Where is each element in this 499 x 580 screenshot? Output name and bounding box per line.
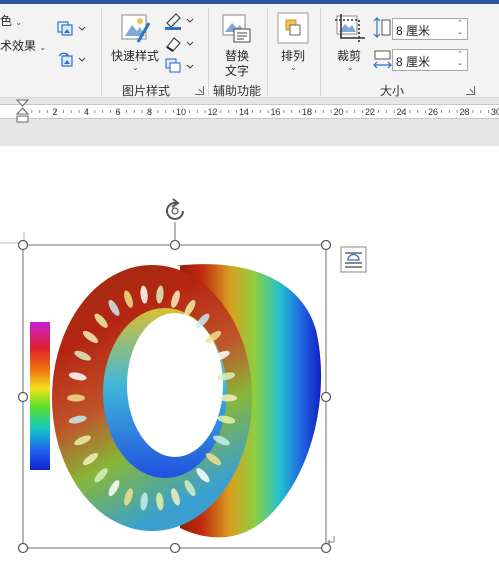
height-input[interactable]: 8 厘米 ⌃ ⌄ [392, 18, 468, 40]
group-label-accessibility: 辅助功能 [213, 84, 262, 98]
chevron-down-icon: ⌄ [39, 43, 47, 52]
arrange-icon[interactable] [277, 12, 309, 44]
height-icon [373, 17, 391, 38]
ruler-tick-label: 12 [207, 107, 217, 117]
width-value: 8 厘米 [396, 55, 431, 69]
ruler-ticks: 2 4 6 8 10 12 14 16 18 20 22 24 26 28 30 [23, 107, 499, 117]
spinner-arrows-icon[interactable]: ⌃ ⌄ [456, 50, 464, 70]
ribbon: 色 ⌄ 术效果 ⌄ 快速样式 ⌄ 图片样式 替换 文字 辅助功能 排列 ⌄ 裁剪… [0, 0, 499, 98]
color-button[interactable]: 色 ⌄ [0, 12, 22, 29]
group-label-picture-style: 图片样式 [122, 84, 171, 98]
shape-outline-icon[interactable] [164, 34, 194, 52]
resize-handle-bottom-left[interactable] [17, 542, 29, 554]
resize-handle-top-left[interactable] [17, 239, 29, 251]
crop-label: 裁剪 [337, 49, 362, 63]
horizontal-ruler[interactable]: 2 4 6 8 10 12 14 16 18 20 22 24 26 28 30 [0, 104, 499, 119]
height-value: 8 厘米 [396, 24, 431, 38]
ruler-tick-label: 30 [491, 107, 499, 117]
crop-icon[interactable] [335, 14, 367, 44]
shape-effects-icon[interactable] [164, 57, 194, 75]
resize-handle-top[interactable] [169, 239, 181, 251]
resize-handle-left[interactable] [17, 391, 29, 403]
separator [208, 8, 209, 96]
art-effects-button[interactable]: 术效果 ⌄ [0, 37, 46, 54]
stator-slot [219, 394, 237, 402]
chevron-down-icon: ⌄ [132, 63, 139, 72]
resize-handle-right[interactable] [320, 391, 332, 403]
change-picture-icon[interactable] [57, 19, 87, 37]
ruler-tick-label: 6 [115, 107, 120, 117]
spinner-arrows-icon[interactable]: ⌃ ⌄ [456, 19, 464, 39]
ruler-tick-label: 14 [239, 107, 249, 117]
indent-marker-icon[interactable] [16, 99, 30, 129]
shape-fill-icon[interactable] [164, 11, 194, 31]
quick-styles-label: 快速样式 [111, 49, 160, 63]
ruler-tick-label: 4 [84, 107, 89, 117]
group-label-size: 大小 [380, 84, 405, 98]
chevron-down-icon: ⌄ [15, 18, 23, 27]
ruler-tick-label: 28 [459, 107, 469, 117]
separator [101, 8, 102, 96]
chevron-down-icon: ⌄ [290, 63, 297, 72]
separator [267, 8, 268, 96]
reset-picture-icon[interactable] [57, 50, 87, 68]
size-launcher-icon[interactable] [466, 86, 475, 95]
ruler-tick-label: 10 [176, 107, 186, 117]
ruler-tick-label: 20 [333, 107, 343, 117]
ruler-tick-label: 2 [52, 107, 57, 117]
picture-style-launcher-icon[interactable] [195, 86, 204, 95]
selected-picture[interactable] [16, 196, 346, 560]
width-input[interactable]: 8 厘米 ⌃ ⌄ [392, 49, 468, 71]
stator-bore [127, 313, 223, 457]
separator [320, 8, 321, 96]
quick-styles-icon[interactable] [121, 14, 151, 46]
rotate-handle-icon[interactable] [166, 198, 184, 241]
ruler-tick-label: 16 [270, 107, 280, 117]
paragraph-mark-icon [327, 536, 335, 545]
alt-text-label-2: 文字 [225, 64, 250, 78]
ruler-tick-label: 18 [302, 107, 312, 117]
color-label: 色 [0, 14, 13, 28]
art-effects-label: 术效果 [0, 39, 37, 53]
width-icon [373, 50, 392, 69]
arrange-label: 排列 [281, 49, 306, 63]
ruler-tick-label: 26 [428, 107, 438, 117]
chevron-down-icon: ⌄ [347, 63, 354, 72]
stator-slot [67, 394, 85, 402]
ruler-tick-label: 24 [396, 107, 406, 117]
resize-handle-top-right[interactable] [320, 239, 332, 251]
ruler-tick-label: 8 [147, 107, 152, 117]
color-legend-bar [30, 322, 50, 470]
alt-text-icon[interactable] [222, 14, 252, 44]
ruler-tick-label: 22 [365, 107, 375, 117]
resize-handle-bottom[interactable] [169, 542, 181, 554]
layout-options-icon[interactable] [340, 246, 368, 274]
